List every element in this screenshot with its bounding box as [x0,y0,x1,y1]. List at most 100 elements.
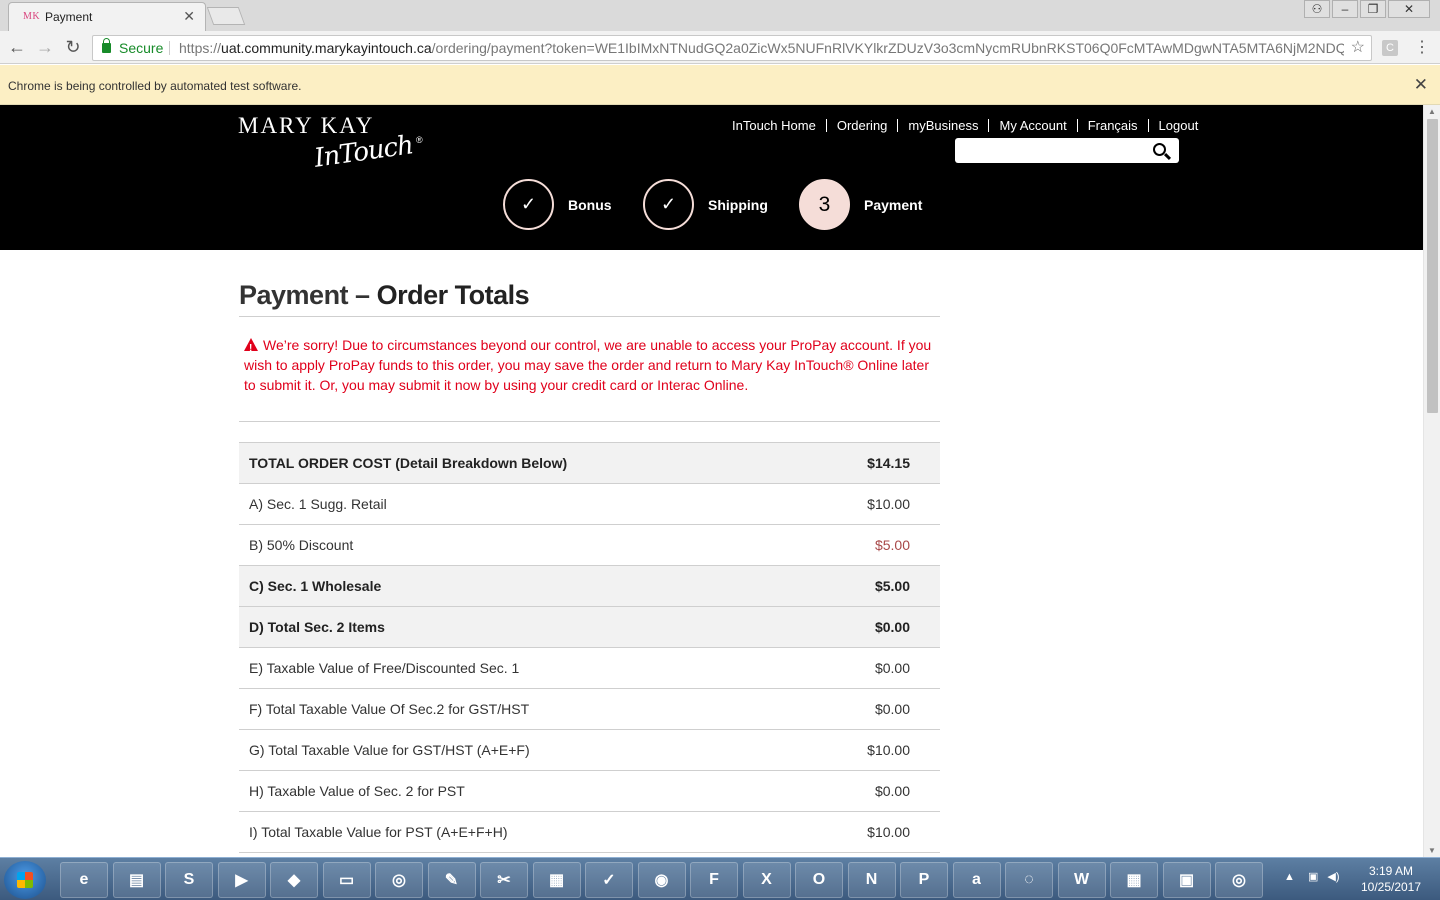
clock-date: 10/25/2017 [1360,880,1422,894]
windows-taskbar: e ▤ S ▶ ◆ ▭ ◎ ✎ ✂ ▦ ✓ ◉ F X O N Pa ◌ W ▦ ▣ ◎ ▲ ▣ ◀) 3:19 AM 1… [0,857,1440,900]
page-title: Payment – Order Totals [239,280,940,317]
browser-tab-payment[interactable]: MK Payment ✕ [8,2,206,31]
totals-row: F) Total Taxable Value Of Sec.2 for GST/… [239,689,940,730]
word-icon[interactable]: W [1057,862,1106,898]
error-text: We’re sorry! Due to circumstances beyond… [244,337,932,393]
forward-icon[interactable]: → [34,36,56,58]
new-tab-button[interactable] [206,7,246,25]
order-totals-body: TOTAL ORDER COST (Detail Breakdown Below… [239,442,940,853]
clock-time: 3:19 AM [1368,864,1414,878]
nav-francais[interactable]: Français [1076,119,1148,132]
site-search-input[interactable] [955,138,1179,163]
skype-icon[interactable]: S [165,862,213,898]
step-bonus-check-icon: ✓ [503,179,554,230]
nav-my-account[interactable]: My Account [988,119,1076,132]
totals-row-label: I) Total Taxable Value for PST (A+E+F+H) [249,824,508,840]
visual-studio-icon[interactable]: ▶ [217,862,266,898]
address-bar[interactable]: Secure https://uat.community.marykayinto… [92,35,1372,61]
page-title-prefix: Payment – [239,280,377,310]
sticky-notes-icon[interactable]: ▭ [322,862,371,898]
totals-row: H) Taxable Value of Sec. 2 for PST $0.00 [239,771,940,812]
scrollbar-thumb[interactable] [1427,119,1438,413]
url-text: https://uat.community.marykayintouch.ca/… [179,36,1344,60]
totals-row-label: F) Total Taxable Value Of Sec.2 for GST/… [249,701,530,717]
window-icon[interactable]: ▣ [1162,862,1211,898]
volume-icon[interactable]: ◀) [1327,871,1339,883]
app-icon[interactable]: ◆ [270,862,318,898]
calculator-icon[interactable]: ▦ [1110,862,1158,898]
totals-row-amount: $10.00 [867,742,910,758]
step-shipping[interactable]: ✓ Shipping [643,179,768,230]
reload-icon[interactable]: ↻ [62,36,84,58]
amazon-icon[interactable]: a [952,862,1001,898]
warning-icon [244,338,258,359]
logo-mary-kay[interactable]: MARY KAY [238,113,374,139]
totals-row: B) 50% Discount $5.00 [239,525,940,566]
back-icon[interactable]: ← [6,36,28,58]
totals-row-label: C) Sec. 1 Wholesale [239,565,803,607]
onenote-icon[interactable]: N [847,862,896,898]
step-payment-number: 3 [799,179,850,230]
search-icon[interactable] [1153,143,1166,156]
powerpoint-icon[interactable]: P [900,862,948,898]
tray-expand-icon[interactable]: ▲ [1284,871,1295,883]
bookmark-star-icon[interactable]: ☆ [1351,36,1365,60]
totals-row-label: A) Sec. 1 Sugg. Retail [249,496,387,512]
nav-intouch-home[interactable]: InTouch Home [722,119,826,132]
close-infobar-icon[interactable]: ✕ [1414,75,1428,95]
notepad-icon[interactable]: ✓ [585,862,633,898]
taskbar-clock[interactable]: 3:19 AM 10/25/2017 [1356,863,1426,895]
network-icon[interactable]: ▣ [1308,871,1318,883]
page-scrollbar[interactable]: ▲ ▼ [1423,105,1440,857]
scroll-up-icon[interactable]: ▲ [1428,107,1436,116]
snipping-icon[interactable]: ▦ [532,862,581,898]
step-payment[interactable]: 3 Payment [799,179,922,230]
tool-icon[interactable]: ✂ [480,862,528,898]
nav-mybusiness[interactable]: myBusiness [897,119,988,132]
main-content: Payment – Order Totals We’re sorry! Due … [239,280,940,853]
browser-titlebar: MK Payment ✕ ⚇ – ❐ ✕ [0,0,1440,31]
profile-icon[interactable]: ⚇ [1304,0,1330,18]
explorer-icon[interactable]: ▤ [112,862,161,898]
outlook-icon[interactable]: O [795,862,843,898]
mk-favicon-icon: MK [23,11,41,22]
minimize-button[interactable]: – [1332,0,1358,18]
start-button[interactable] [4,861,46,899]
totals-row-amount: $10.00 [867,496,910,512]
close-tab-icon[interactable]: ✕ [183,8,195,25]
totals-row: D) Total Sec. 2 Items $0.00 [239,606,940,648]
extension-icon[interactable]: C [1382,40,1398,56]
totals-row: I) Total Taxable Value for PST (A+E+F+H)… [239,812,940,853]
error-box: We’re sorry! Due to circumstances beyond… [239,335,940,422]
firefox-icon[interactable]: ◉ [637,862,686,898]
step-bonus[interactable]: ✓ Bonus [503,179,612,230]
logo-registered-mark: ® [416,135,423,145]
scroll-down-icon[interactable]: ▼ [1428,846,1436,855]
chrome-menu-icon[interactable]: ⋮ [1414,37,1430,57]
close-window-button[interactable]: ✕ [1388,0,1430,18]
app-f-icon[interactable]: F [690,862,738,898]
totals-row-amount: $14.15 [802,442,940,484]
step-shipping-check-icon: ✓ [643,179,694,230]
top-navigation: InTouch Home Ordering myBusiness My Acco… [722,119,1208,132]
totals-row-label: D) Total Sec. 2 Items [239,606,803,648]
totals-row-amount: $0.00 [874,701,910,717]
order-totals-table: TOTAL ORDER COST (Detail Breakdown Below… [239,442,940,853]
paint-icon[interactable]: ✎ [427,862,476,898]
automation-infobar: Chrome is being controlled by automated … [0,65,1440,105]
ie-icon[interactable]: e [60,862,108,898]
chrome-active-icon[interactable]: ◎ [1215,862,1263,898]
infobar-message: Chrome is being controlled by automated … [8,79,302,93]
chrome-icon[interactable]: ◎ [375,862,423,898]
totals-row: A) Sec. 1 Sugg. Retail $10.00 [239,484,940,525]
url-path: /ordering/payment?token=WE1IbIMxNTNudGQ2… [431,40,1344,56]
nav-logout[interactable]: Logout [1147,119,1209,132]
excel-icon[interactable]: X [742,862,791,898]
restore-button[interactable]: ❐ [1360,0,1386,18]
browser-toolbar: ← → ↻ Secure https://uat.community.maryk… [0,31,1440,64]
totals-row-label: G) Total Taxable Value for GST/HST (A+E+… [249,742,530,758]
app-circle-icon[interactable]: ◌ [1005,862,1053,898]
totals-row: C) Sec. 1 Wholesale $5.00 [239,565,940,607]
lock-icon [102,38,111,53]
nav-ordering[interactable]: Ordering [825,119,898,132]
